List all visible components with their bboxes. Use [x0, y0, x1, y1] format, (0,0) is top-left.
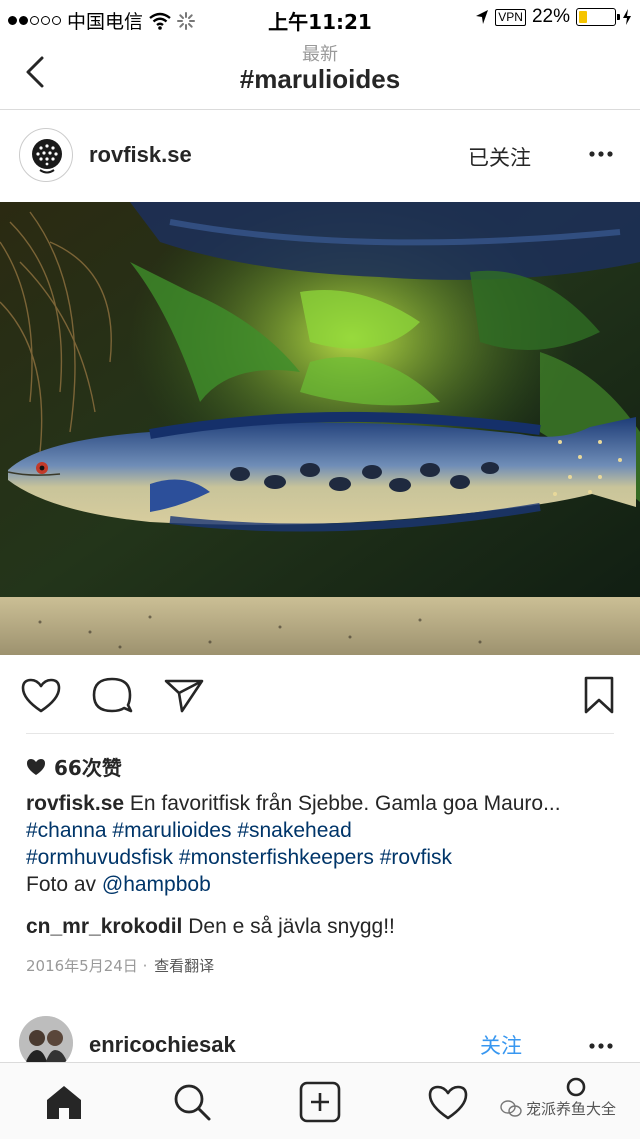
nav-subtitle: 最新: [302, 44, 338, 65]
page-title: #marulioides: [239, 64, 401, 94]
home-icon[interactable]: [42, 1081, 86, 1123]
small-heart-icon: [27, 758, 45, 775]
location-arrow-icon: [476, 10, 489, 24]
avatar[interactable]: [19, 128, 73, 182]
activity-heart-icon[interactable]: [426, 1081, 470, 1123]
hashtag-link[interactable]: #ormhuvudsfisk: [26, 846, 173, 869]
bookmark-icon[interactable]: [577, 675, 621, 715]
heart-icon[interactable]: [19, 675, 63, 715]
vpn-badge: VPN: [495, 8, 526, 26]
post-caption: rovfisk.se En favoritfisk från Sjebbe. G…: [26, 790, 616, 898]
charging-bolt-icon: [623, 9, 631, 25]
post-actions: [0, 655, 640, 733]
likes-count[interactable]: 66次赞: [26, 752, 122, 781]
following-button[interactable]: 已关注: [468, 142, 531, 172]
profile-icon[interactable]: [554, 1077, 598, 1097]
hashtag-link[interactable]: #rovfisk: [380, 846, 452, 869]
translate-link[interactable]: 查看翻译: [154, 957, 214, 975]
follow-button[interactable]: 关注: [480, 1030, 522, 1060]
post-photo[interactable]: [0, 202, 640, 655]
post-date: 2016年5月24日: [26, 957, 138, 975]
watermark-text: 宠派养鱼大全: [526, 1100, 617, 1118]
likes-label: 66次赞: [54, 756, 122, 780]
next-post-header: enricochiesak 关注: [0, 1008, 640, 1070]
share-icon[interactable]: [162, 675, 206, 715]
comment-icon[interactable]: [90, 675, 134, 715]
hashtag-link[interactable]: #channa: [26, 819, 107, 842]
rovfisk-logo-icon: [32, 139, 62, 174]
add-post-icon[interactable]: [298, 1081, 342, 1123]
mention-link[interactable]: @hampbob: [102, 873, 211, 896]
caption-text: En favoritfisk från Sjebbe. Gamla goa Ma…: [124, 792, 561, 815]
next-post-username[interactable]: enricochiesak: [89, 1032, 236, 1058]
search-icon[interactable]: [170, 1081, 214, 1123]
post-header: rovfisk.se 已关注: [0, 110, 640, 202]
wechat-icon: [500, 1099, 522, 1117]
more-options-icon[interactable]: [588, 1036, 614, 1056]
battery-percent: 22%: [531, 6, 570, 27]
photo-credit-prefix: Foto av: [26, 873, 102, 896]
watermark: 宠派养鱼大全: [500, 1098, 616, 1119]
nav-header: 最新 #marulioides: [0, 36, 640, 110]
more-options-icon[interactable]: [588, 144, 614, 164]
meta-separator: ·: [137, 957, 153, 975]
post-meta: 2016年5月24日 · 查看翻译: [26, 955, 214, 976]
hashtag-link[interactable]: #snakehead: [237, 819, 351, 842]
comment-username[interactable]: cn_mr_krokodil: [26, 915, 182, 938]
hashtag-link[interactable]: #monsterfishkeepers: [179, 846, 374, 869]
divider: [26, 733, 614, 734]
comment: cn_mr_krokodil Den e så jävla snygg!!: [26, 915, 395, 939]
battery-icon: [576, 8, 620, 26]
comment-text: Den e så jävla snygg!!: [182, 915, 395, 938]
post-username[interactable]: rovfisk.se: [89, 142, 192, 168]
status-bar-right: VPN 22%: [475, 6, 632, 28]
caption-username[interactable]: rovfisk.se: [26, 792, 124, 815]
status-bar: 中国电信 上午11:21 VPN 22%: [0, 0, 640, 36]
snakehead-fish-photo: [0, 202, 640, 655]
hashtag-link[interactable]: #marulioides: [112, 819, 231, 842]
